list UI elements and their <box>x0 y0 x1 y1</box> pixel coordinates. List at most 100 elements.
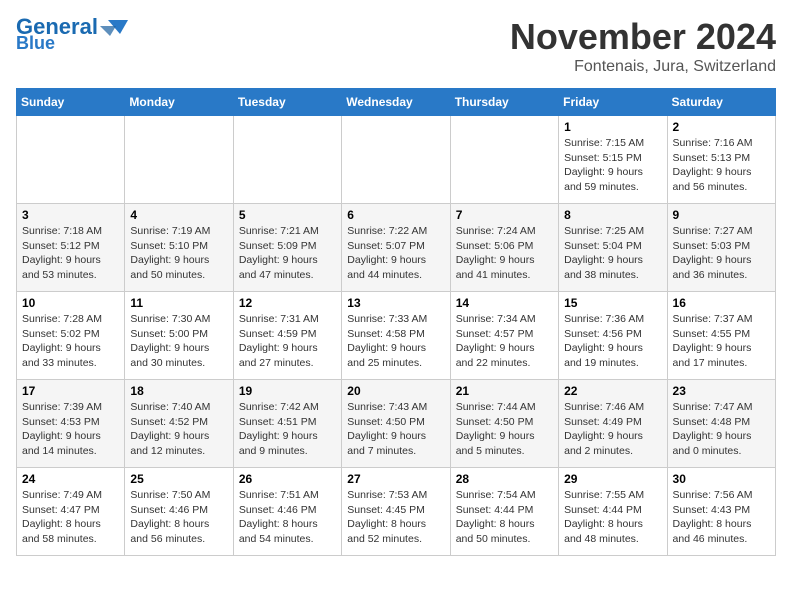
calendar-cell: 30Sunrise: 7:56 AM Sunset: 4:43 PM Dayli… <box>667 468 775 556</box>
day-info: Sunrise: 7:44 AM Sunset: 4:50 PM Dayligh… <box>456 400 553 459</box>
day-info: Sunrise: 7:40 AM Sunset: 4:52 PM Dayligh… <box>130 400 227 459</box>
calendar-header-row: SundayMondayTuesdayWednesdayThursdayFrid… <box>17 89 776 116</box>
calendar-cell: 2 Sunrise: 7:16 AM Sunset: 5:13 PM Daylig… <box>667 116 775 204</box>
day-info: Sunrise: 7:55 AM Sunset: 4:44 PM Dayligh… <box>564 488 661 547</box>
calendar-cell: 9Sunrise: 7:27 AM Sunset: 5:03 PM Daylig… <box>667 204 775 292</box>
calendar-cell: 12 Sunrise: 7:31 AM Sunset: 4:59 PM Dayli… <box>233 292 341 380</box>
calendar-week-row: 24 Sunrise: 7:49 AM Sunset: 4:47 PM Dayli… <box>17 468 776 556</box>
day-info: Sunrise: 7:24 AM Sunset: 5:06 PM Dayligh… <box>456 224 553 283</box>
day-info: Sunrise: 7:22 AM Sunset: 5:07 PM Dayligh… <box>347 224 444 283</box>
day-info: Sunrise: 7:37 AM Sunset: 4:55 PM Dayligh… <box>673 312 770 371</box>
day-info: Sunrise: 7:31 AM Sunset: 4:59 PM Dayligh… <box>239 312 336 371</box>
day-info: Sunrise: 7:25 AM Sunset: 5:04 PM Dayligh… <box>564 224 661 283</box>
day-number: 21 <box>456 384 553 398</box>
day-info: Sunrise: 7:36 AM Sunset: 4:56 PM Dayligh… <box>564 312 661 371</box>
day-info: Sunrise: 7:42 AM Sunset: 4:51 PM Dayligh… <box>239 400 336 459</box>
day-info: Sunrise: 7:30 AM Sunset: 5:00 PM Dayligh… <box>130 312 227 371</box>
day-header-thursday: Thursday <box>450 89 558 116</box>
day-number: 17 <box>22 384 119 398</box>
day-header-friday: Friday <box>559 89 667 116</box>
calendar-cell: 17 Sunrise: 7:39 AM Sunset: 4:53 PM Dayli… <box>17 380 125 468</box>
calendar-cell: 18 Sunrise: 7:40 AM Sunset: 4:52 PM Dayli… <box>125 380 233 468</box>
calendar-cell: 22 Sunrise: 7:46 AM Sunset: 4:49 PM Dayli… <box>559 380 667 468</box>
day-number: 2 <box>673 120 770 134</box>
day-info: Sunrise: 7:46 AM Sunset: 4:49 PM Dayligh… <box>564 400 661 459</box>
calendar-cell: 28 Sunrise: 7:54 AM Sunset: 4:44 PM Dayli… <box>450 468 558 556</box>
day-number: 12 <box>239 296 336 310</box>
calendar-week-row: 10Sunrise: 7:28 AM Sunset: 5:02 PM Dayli… <box>17 292 776 380</box>
day-number: 24 <box>22 472 119 486</box>
title-block: November 2024 Fontenais, Jura, Switzerla… <box>510 16 776 76</box>
day-info: Sunrise: 7:16 AM Sunset: 5:13 PM Dayligh… <box>673 136 770 195</box>
day-number: 6 <box>347 208 444 222</box>
day-info: Sunrise: 7:54 AM Sunset: 4:44 PM Dayligh… <box>456 488 553 547</box>
calendar-cell: 5 Sunrise: 7:21 AM Sunset: 5:09 PM Daylig… <box>233 204 341 292</box>
day-info: Sunrise: 7:51 AM Sunset: 4:46 PM Dayligh… <box>239 488 336 547</box>
calendar-cell: 3Sunrise: 7:18 AM Sunset: 5:12 PM Daylig… <box>17 204 125 292</box>
day-number: 5 <box>239 208 336 222</box>
day-info: Sunrise: 7:49 AM Sunset: 4:47 PM Dayligh… <box>22 488 119 547</box>
calendar-cell: 8 Sunrise: 7:25 AM Sunset: 5:04 PM Daylig… <box>559 204 667 292</box>
day-number: 25 <box>130 472 227 486</box>
day-info: Sunrise: 7:19 AM Sunset: 5:10 PM Dayligh… <box>130 224 227 283</box>
calendar-cell <box>17 116 125 204</box>
day-info: Sunrise: 7:33 AM Sunset: 4:58 PM Dayligh… <box>347 312 444 371</box>
calendar-cell: 6 Sunrise: 7:22 AM Sunset: 5:07 PM Daylig… <box>342 204 450 292</box>
calendar-cell <box>125 116 233 204</box>
day-number: 20 <box>347 384 444 398</box>
day-number: 8 <box>564 208 661 222</box>
calendar-cell: 21 Sunrise: 7:44 AM Sunset: 4:50 PM Dayli… <box>450 380 558 468</box>
calendar-cell: 4 Sunrise: 7:19 AM Sunset: 5:10 PM Daylig… <box>125 204 233 292</box>
day-info: Sunrise: 7:50 AM Sunset: 4:46 PM Dayligh… <box>130 488 227 547</box>
calendar-cell: 27 Sunrise: 7:53 AM Sunset: 4:45 PM Dayli… <box>342 468 450 556</box>
day-info: Sunrise: 7:15 AM Sunset: 5:15 PM Dayligh… <box>564 136 661 195</box>
day-info: Sunrise: 7:47 AM Sunset: 4:48 PM Dayligh… <box>673 400 770 459</box>
calendar-cell: 13 Sunrise: 7:33 AM Sunset: 4:58 PM Dayli… <box>342 292 450 380</box>
day-number: 18 <box>130 384 227 398</box>
day-number: 7 <box>456 208 553 222</box>
day-number: 1 <box>564 120 661 134</box>
day-info: Sunrise: 7:27 AM Sunset: 5:03 PM Dayligh… <box>673 224 770 283</box>
day-info: Sunrise: 7:53 AM Sunset: 4:45 PM Dayligh… <box>347 488 444 547</box>
day-number: 3 <box>22 208 119 222</box>
day-number: 22 <box>564 384 661 398</box>
day-number: 27 <box>347 472 444 486</box>
day-info: Sunrise: 7:34 AM Sunset: 4:57 PM Dayligh… <box>456 312 553 371</box>
day-number: 26 <box>239 472 336 486</box>
calendar-cell: 25 Sunrise: 7:50 AM Sunset: 4:46 PM Dayli… <box>125 468 233 556</box>
day-header-tuesday: Tuesday <box>233 89 341 116</box>
day-number: 13 <box>347 296 444 310</box>
calendar-cell: 29 Sunrise: 7:55 AM Sunset: 4:44 PM Dayli… <box>559 468 667 556</box>
calendar-cell: 26 Sunrise: 7:51 AM Sunset: 4:46 PM Dayli… <box>233 468 341 556</box>
calendar-cell: 14Sunrise: 7:34 AM Sunset: 4:57 PM Dayli… <box>450 292 558 380</box>
day-number: 4 <box>130 208 227 222</box>
calendar-week-row: 1 Sunrise: 7:15 AM Sunset: 5:15 PM Daylig… <box>17 116 776 204</box>
day-header-monday: Monday <box>125 89 233 116</box>
day-info: Sunrise: 7:28 AM Sunset: 5:02 PM Dayligh… <box>22 312 119 371</box>
calendar-table: SundayMondayTuesdayWednesdayThursdayFrid… <box>16 88 776 556</box>
logo-blue-text: Blue <box>16 34 55 52</box>
day-header-sunday: Sunday <box>17 89 125 116</box>
calendar-cell <box>233 116 341 204</box>
calendar-cell: 7 Sunrise: 7:24 AM Sunset: 5:06 PM Daylig… <box>450 204 558 292</box>
calendar-cell: 10Sunrise: 7:28 AM Sunset: 5:02 PM Dayli… <box>17 292 125 380</box>
calendar-cell: 23 Sunrise: 7:47 AM Sunset: 4:48 PM Dayli… <box>667 380 775 468</box>
day-number: 29 <box>564 472 661 486</box>
day-info: Sunrise: 7:21 AM Sunset: 5:09 PM Dayligh… <box>239 224 336 283</box>
day-info: Sunrise: 7:39 AM Sunset: 4:53 PM Dayligh… <box>22 400 119 459</box>
day-number: 15 <box>564 296 661 310</box>
logo-icon <box>100 16 132 38</box>
day-number: 23 <box>673 384 770 398</box>
calendar-cell: 19 Sunrise: 7:42 AM Sunset: 4:51 PM Dayli… <box>233 380 341 468</box>
logo: General Blue <box>16 16 132 52</box>
day-number: 28 <box>456 472 553 486</box>
day-number: 19 <box>239 384 336 398</box>
day-number: 16 <box>673 296 770 310</box>
day-info: Sunrise: 7:43 AM Sunset: 4:50 PM Dayligh… <box>347 400 444 459</box>
day-header-wednesday: Wednesday <box>342 89 450 116</box>
calendar-cell: 20 Sunrise: 7:43 AM Sunset: 4:50 PM Dayli… <box>342 380 450 468</box>
page-header: General Blue November 2024 Fontenais, Ju… <box>16 16 776 76</box>
calendar-week-row: 3Sunrise: 7:18 AM Sunset: 5:12 PM Daylig… <box>17 204 776 292</box>
day-info: Sunrise: 7:56 AM Sunset: 4:43 PM Dayligh… <box>673 488 770 547</box>
day-header-saturday: Saturday <box>667 89 775 116</box>
